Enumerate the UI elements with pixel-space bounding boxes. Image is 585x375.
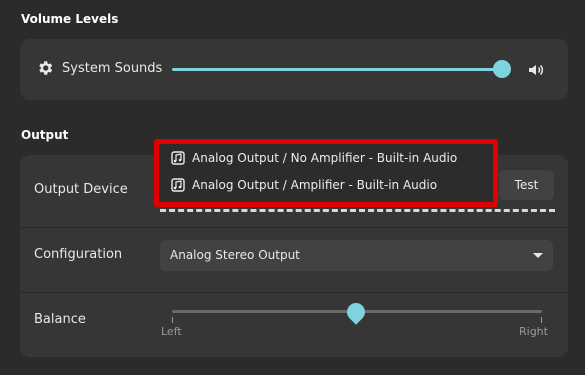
output-device-label: Output Device <box>34 182 128 197</box>
gear-icon <box>36 59 54 77</box>
configuration-label: Configuration <box>34 247 123 262</box>
balance-label: Balance <box>34 312 86 327</box>
configuration-dropdown[interactable]: Analog Stereo Output <box>160 240 553 271</box>
divider <box>20 292 568 293</box>
output-device-option-label: Analog Output / No Amplifier - Built-in … <box>192 151 458 165</box>
speaker-icon[interactable] <box>528 62 544 78</box>
output-device-dropdown-underline <box>160 209 555 212</box>
audio-card-icon <box>171 151 185 165</box>
chevron-down-icon <box>533 253 543 258</box>
balance-tick-left <box>172 317 173 323</box>
system-sounds-slider[interactable] <box>172 68 502 71</box>
system-sounds-label: System Sounds <box>62 61 163 76</box>
configuration-value: Analog Stereo Output <box>170 248 300 262</box>
test-button[interactable]: Test <box>499 170 554 200</box>
balance-left-label: Left <box>161 325 182 338</box>
divider <box>20 227 568 228</box>
output-heading: Output <box>21 128 69 142</box>
output-device-option-label: Analog Output / Amplifier - Built-in Aud… <box>192 178 438 192</box>
volume-card: System Sounds <box>20 39 568 100</box>
system-sounds-slider-knob[interactable] <box>493 60 511 78</box>
output-device-popup: Analog Output / No Amplifier - Built-in … <box>157 142 495 203</box>
balance-slider-knob[interactable] <box>343 299 369 325</box>
output-device-option[interactable]: Analog Output / Amplifier - Built-in Aud… <box>171 178 437 192</box>
balance-right-label: Right <box>519 325 548 338</box>
volume-levels-heading: Volume Levels <box>21 12 119 26</box>
output-device-option[interactable]: Analog Output / No Amplifier - Built-in … <box>171 151 457 165</box>
audio-card-icon <box>171 178 185 192</box>
balance-tick-right <box>541 317 542 323</box>
